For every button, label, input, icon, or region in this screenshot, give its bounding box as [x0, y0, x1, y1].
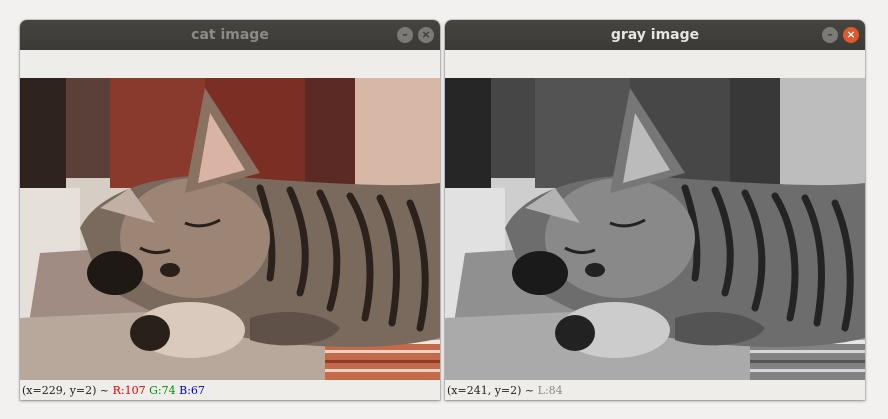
- minimize-icon: –: [827, 28, 833, 41]
- close-button[interactable]: ×: [843, 27, 859, 43]
- window-title: gray image: [610, 27, 700, 43]
- green-value: G:74: [149, 384, 176, 397]
- close-icon: ×: [421, 28, 431, 41]
- luminance-value: L:84: [537, 384, 563, 397]
- toolbar-area: [20, 50, 440, 78]
- minimize-button[interactable]: –: [822, 27, 838, 43]
- window-title: cat image: [191, 27, 269, 43]
- cursor-coords: (x=229, y=2) ~: [22, 384, 110, 397]
- red-value: R:107: [112, 384, 146, 397]
- minimize-icon: –: [402, 28, 408, 41]
- minimize-button[interactable]: –: [397, 27, 413, 43]
- gray-image-window: gray image – × (x=241, y=2) ~ L:84: [445, 20, 865, 400]
- close-icon: ×: [846, 28, 856, 41]
- blue-value: B:67: [179, 384, 205, 397]
- status-bar: (x=241, y=2) ~ L:84: [447, 382, 563, 400]
- toolbar-area: [445, 50, 865, 78]
- cursor-coords: (x=241, y=2) ~: [447, 384, 535, 397]
- title-bar[interactable]: gray image – ×: [445, 20, 865, 50]
- close-button[interactable]: ×: [418, 27, 434, 43]
- gray-cat-image: [445, 78, 865, 380]
- status-bar: (x=229, y=2) ~ R:107 G:74 B:67: [22, 382, 205, 400]
- gray-image-canvas[interactable]: [445, 78, 865, 380]
- title-bar[interactable]: cat image – ×: [20, 20, 440, 50]
- cat-image: [20, 78, 440, 380]
- cat-image-canvas[interactable]: [20, 78, 440, 380]
- cat-image-window: cat image – × (x=229, y=2) ~ R:107 G:74 …: [20, 20, 440, 400]
